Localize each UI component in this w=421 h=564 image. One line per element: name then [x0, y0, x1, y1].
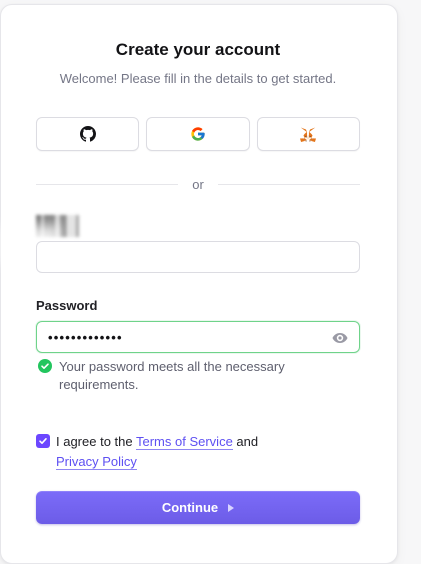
metamask-icon	[300, 127, 317, 142]
terms-middle: and	[232, 434, 259, 449]
google-button[interactable]	[146, 117, 250, 151]
signup-card: Create your account Welcome! Please fill…	[0, 4, 398, 564]
terms-checkbox[interactable]	[36, 434, 50, 448]
divider-line-right	[217, 183, 360, 185]
divider-label: or	[192, 176, 204, 192]
caret-right-icon	[228, 503, 235, 512]
github-icon	[79, 126, 96, 142]
metamask-button[interactable]	[256, 117, 360, 151]
password-label: Password	[36, 298, 98, 313]
terms-of-service-link[interactable]: Terms of Service	[136, 434, 233, 450]
check-circle-icon	[38, 359, 52, 373]
checkmark-icon	[39, 438, 47, 444]
terms-agreement: I agree to the Terms of Service and Priv…	[36, 432, 360, 472]
or-divider: or	[36, 176, 360, 192]
validation-message: Your password meets all the necessary re…	[59, 359, 285, 392]
password-validation: Your password meets all the necessary re…	[38, 358, 338, 394]
eye-icon[interactable]	[332, 331, 348, 345]
password-value: •••••••••••••	[48, 329, 123, 345]
continue-label: Continue	[161, 500, 219, 515]
username-input[interactable]	[36, 241, 360, 273]
continue-button[interactable]: Continue	[36, 491, 360, 524]
page-title: Create your account	[115, 40, 281, 59]
terms-prefix: I agree to the	[56, 434, 136, 449]
google-icon	[191, 127, 205, 141]
page-subtitle: Welcome! Please fill in the details to g…	[59, 71, 337, 86]
github-button[interactable]	[36, 117, 140, 151]
terms-text: I agree to the Terms of Service and Priv…	[56, 432, 258, 472]
password-input[interactable]: •••••••••••••	[36, 321, 360, 353]
divider-line-left	[36, 183, 179, 185]
privacy-policy-link[interactable]: Privacy Policy	[56, 454, 137, 470]
social-buttons	[36, 117, 360, 151]
